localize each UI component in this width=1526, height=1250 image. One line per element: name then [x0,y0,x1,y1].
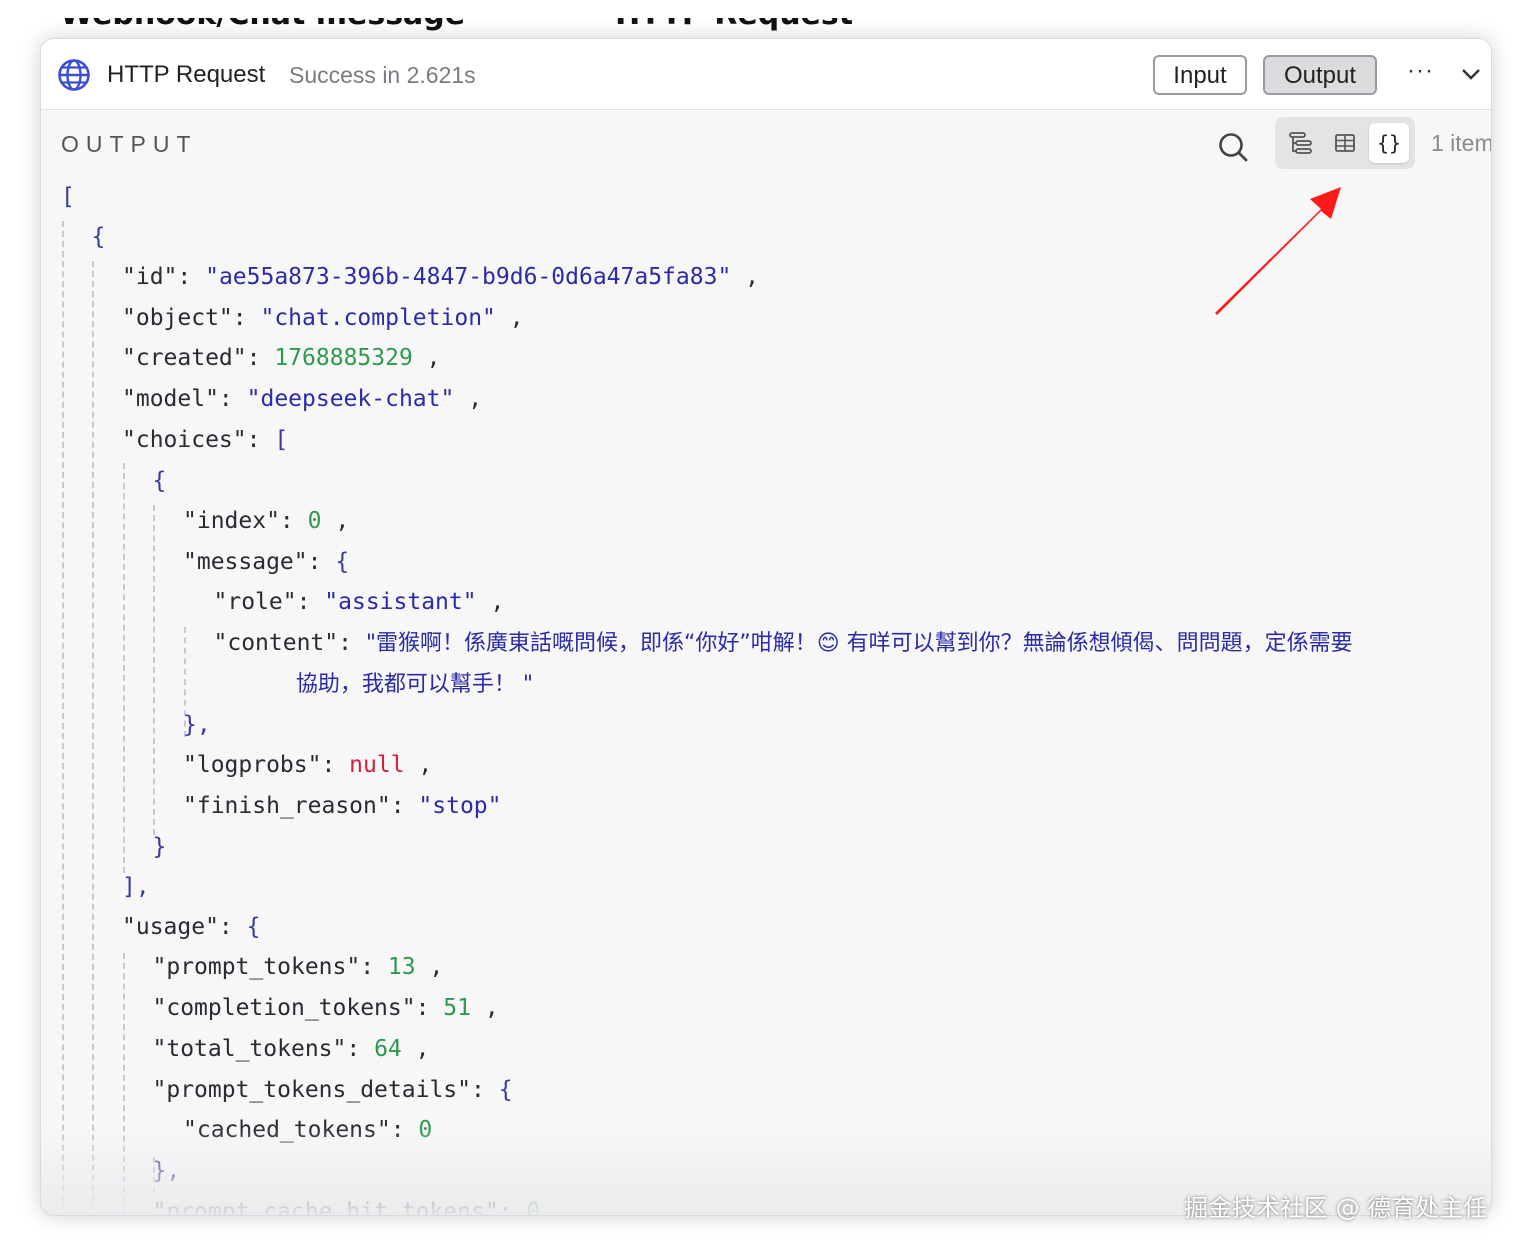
json-key: "id": [122,264,206,290]
watermark: 掘金技术社区 @ 德育处主任 [1184,1194,1488,1222]
json-bracket[interactable]: ], [122,874,150,900]
json-key: "created": [122,345,275,371]
json-comma: , [321,508,350,534]
json-comma: , [412,345,441,371]
json-line: "id": "ae55a873-396b-4847-b9d6-0d6a47a5f… [122,257,759,297]
json-comma: , [404,752,433,778]
background-window-snippet: Webhook/Chat message HTTP Request [60,18,1003,40]
json-line: } [153,827,167,867]
json-comma: , [471,995,499,1021]
json-comma: , [454,386,483,412]
json-key: "model": [122,386,247,412]
json-bracket[interactable]: } [153,834,167,860]
panel-header: HTTP Request Success in 2.621s Input Out… [41,39,1491,110]
json-value[interactable]: "ae55a873-396b-4847-b9d6-0d6a47a5fa83" [205,264,731,290]
background-node-label-left: Webhook/Chat message [60,18,465,30]
json-line: "object": "chat.completion" , [122,298,524,338]
background-node-label-right: HTTP Request [615,18,853,30]
json-line: "role": "assistant" , [214,582,505,622]
json-bracket[interactable]: [ [274,427,288,453]
json-bracket[interactable]: { [499,1077,513,1103]
execution-status: Success in 2.621s [289,62,476,88]
chevron-down-icon[interactable] [1461,67,1481,81]
json-value[interactable]: 協助，我都可以幫手！ " [296,672,533,697]
json-value[interactable]: "stop" [418,793,501,819]
http-request-output-panel: HTTP Request Success in 2.621s Input Out… [40,38,1492,1216]
json-key: "usage": [122,914,247,940]
json-output-viewer: [ { "id": "ae55a873-396b-4847-b9d6-0d6a47a… [41,177,1491,1215]
json-value[interactable]: 64 [374,1036,402,1062]
json-line: ], [122,867,150,907]
json-bracket[interactable]: { [92,224,106,250]
json-value[interactable]: "chat.completion" [260,305,495,331]
json-line: { [92,217,106,257]
json-comma: , [476,589,505,615]
json-view-button[interactable]: {} [1369,123,1409,163]
json-line: "prompt_tokens": 13 , [153,947,444,987]
json-key: "prompt_tokens": [152,954,388,980]
json-key: "object": [122,305,261,331]
json-line: [ [61,177,75,217]
json-value[interactable]: "assistant" [324,589,476,615]
output-tab-button[interactable]: Output [1263,55,1377,95]
json-key: "message": [183,549,336,575]
json-line: "usage": { [122,907,260,947]
json-line: "completion_tokens": 51 , [153,988,499,1028]
view-mode-toggle: {} [1275,117,1415,169]
json-key: "index": [183,508,308,534]
indent-guide [123,463,125,873]
json-bracket[interactable]: { [335,549,349,575]
json-line: 協助，我都可以幫手！ " [296,664,533,704]
json-key: "prompt_tokens_details": [152,1077,499,1103]
indent-guide [153,505,155,835]
json-key: "completion_tokens": [152,995,444,1021]
json-key: "choices": [122,427,275,453]
json-comma: , [495,305,524,331]
json-line: "total_tokens": 64 , [153,1029,430,1069]
json-bracket[interactable]: { [247,914,261,940]
json-key: "logprobs": [183,752,350,778]
json-bracket[interactable]: }, [183,712,211,738]
table-icon [1335,134,1355,152]
json-comma: , [401,1036,430,1062]
indent-guide [92,261,94,1215]
json-line: }, [183,705,211,745]
json-key: "finish_reason": [183,793,419,819]
json-line: "finish_reason": "stop" [183,786,502,826]
json-line: "content": "雷猴啊！係廣東話嘅問候，即係“你好”咁解！😊 有咩可以幫… [214,623,1353,663]
json-key: "content": [213,630,366,656]
json-line: "model": "deepseek-chat" , [122,379,482,419]
json-line: "created": 1768885329 , [122,338,441,378]
json-line: "message": { [183,542,349,582]
input-tab-button[interactable]: Input [1153,55,1247,95]
json-key: "role": [213,589,325,615]
json-line: "index": 0 , [183,501,349,541]
globe-icon [58,59,90,91]
json-value[interactable]: 13 [388,954,416,980]
json-line: "logprobs": null , [183,745,432,785]
json-value[interactable]: null [349,752,404,778]
json-line: { [153,461,167,501]
search-icon[interactable] [1217,131,1249,163]
json-value[interactable]: "deepseek-chat" [247,386,455,412]
more-options-icon[interactable]: ··· [1407,57,1434,85]
json-line: "prompt_tokens_details": { [153,1070,513,1110]
indent-guide [62,221,64,1215]
json-value[interactable]: 51 [443,995,471,1021]
node-title: HTTP Request [107,61,266,88]
json-bracket[interactable]: { [153,468,167,494]
json-value[interactable]: 1768885329 [274,345,412,371]
schema-view-button[interactable] [1281,123,1321,163]
json-key: "total_tokens": [152,1036,375,1062]
json-comma: , [415,954,444,980]
table-view-button[interactable] [1325,123,1365,163]
json-value[interactable]: 0 [308,508,322,534]
output-section-label: OUTPUT [61,131,198,157]
json-comma: , [731,264,759,290]
schema-icon [1289,132,1312,154]
json-value[interactable]: "雷猴啊！係廣東話嘅問候，即係“你好”咁解！😊 有咩可以幫到你？無論係想傾偈、問… [366,631,1353,656]
json-bracket[interactable]: [ [61,184,75,210]
json-line: "choices": [ [122,420,288,460]
item-count: 1 item [1431,130,1492,156]
